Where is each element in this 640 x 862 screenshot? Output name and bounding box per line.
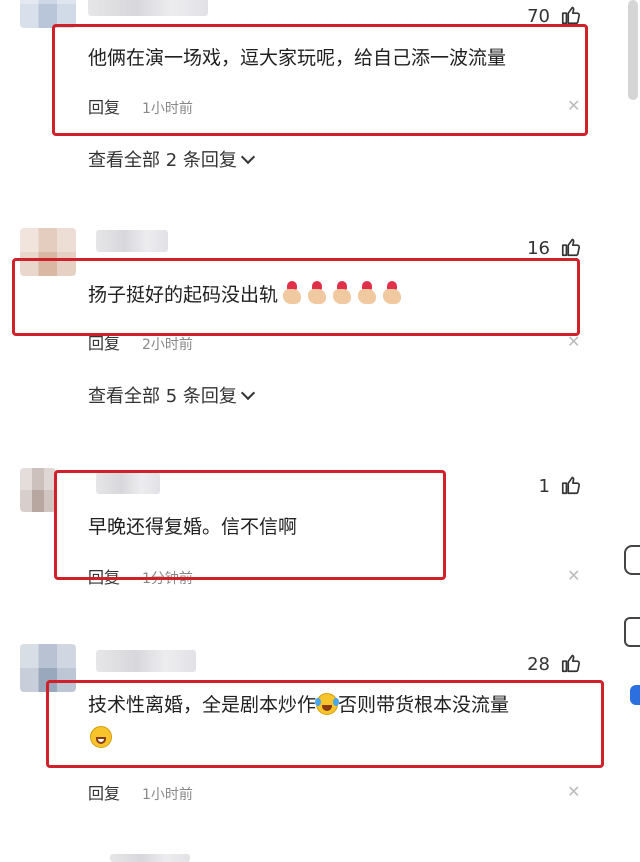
comment-text-part2: 否则带货根本没流量 <box>338 694 510 716</box>
comment-time: 1小时前 <box>142 101 193 117</box>
reply-row: 回复 2小时前 <box>88 330 193 354</box>
finger-heart-emoji <box>331 281 353 305</box>
comment-time: 1分钟前 <box>142 571 193 587</box>
comment-item: 16 扬子挺好的起码没出轨 回复 2小时前 ✕ 查看全部 5 条回复 <box>0 228 640 428</box>
like-count: 70 <box>527 6 550 27</box>
comment-item: 1 早晚还得复婚。信不信啊 回复 1分钟前 ✕ <box>0 458 640 618</box>
comment-text: 扬子挺好的起码没出轨 <box>88 280 403 310</box>
thumbs-up-icon[interactable] <box>560 652 582 674</box>
reply-button[interactable]: 回复 <box>88 784 120 803</box>
finger-heart-emoji <box>306 281 328 305</box>
comment-item: 28 技术性离婚，全是剧本炒作 否则带货根本没流量 回复 1小时前 ✕ <box>0 640 640 862</box>
comment-text: 技术性离婚，全是剧本炒作 否则带货根本没流量 <box>88 690 509 720</box>
username-blurred[interactable] <box>88 0 208 16</box>
thumbs-up-icon[interactable] <box>560 4 582 26</box>
reply-row: 回复 1小时前 <box>88 94 193 118</box>
username-blurred[interactable] <box>96 472 160 494</box>
comment-text: 他俩在演一场戏，逗大家玩呢，给自己添一波流量 <box>88 47 507 69</box>
grinning-face-emoji <box>90 726 112 748</box>
view-all-replies-button[interactable]: 查看全部 2 条回复 <box>88 146 255 172</box>
reply-button[interactable]: 回复 <box>88 568 120 587</box>
comment-text-line2 <box>90 726 112 748</box>
close-icon[interactable]: ✕ <box>567 96 580 115</box>
avatar[interactable] <box>20 644 76 692</box>
comment-item: 70 他俩在演一场戏，逗大家玩呢，给自己添一波流量 回复 1小时前 ✕ 查看全部 … <box>0 0 640 200</box>
avatar[interactable] <box>20 0 76 28</box>
reply-row: 回复 1小时前 <box>88 780 193 804</box>
like-count: 1 <box>538 476 550 497</box>
view-all-replies-button[interactable]: 查看全部 5 条回复 <box>88 382 255 408</box>
thumbs-up-icon[interactable] <box>560 474 582 496</box>
laughing-crying-emoji <box>315 693 340 715</box>
close-icon[interactable]: ✕ <box>567 332 580 351</box>
reply-button[interactable]: 回复 <box>88 98 120 117</box>
comment-text-part1: 技术性离婚，全是剧本炒作 <box>88 694 317 716</box>
chevron-down-icon <box>240 149 255 165</box>
like-count: 16 <box>527 238 550 259</box>
comment-time: 1小时前 <box>142 787 193 803</box>
username-blurred[interactable] <box>96 230 168 252</box>
chevron-down-icon <box>240 385 255 401</box>
avatar[interactable] <box>20 228 76 276</box>
finger-heart-emoji <box>381 281 403 305</box>
comment-text-body: 扬子挺好的起码没出轨 <box>88 284 279 306</box>
thumbs-up-icon[interactable] <box>560 236 582 258</box>
view-all-replies-label: 查看全部 2 条回复 <box>88 150 237 171</box>
username-blurred[interactable] <box>96 650 196 672</box>
like-count: 28 <box>527 654 550 675</box>
finger-heart-emoji <box>356 281 378 305</box>
close-icon[interactable]: ✕ <box>567 566 580 585</box>
finger-heart-emoji <box>281 281 303 305</box>
close-icon[interactable]: ✕ <box>567 782 580 801</box>
view-all-replies-label: 查看全部 5 条回复 <box>88 386 237 407</box>
reply-button[interactable]: 回复 <box>88 334 120 353</box>
reply-row: 回复 1分钟前 <box>88 564 193 588</box>
highlight-box <box>52 24 588 136</box>
avatar[interactable] <box>20 468 56 512</box>
comment-time: 2小时前 <box>142 337 193 353</box>
comment-text: 早晚还得复婚。信不信啊 <box>88 516 298 538</box>
